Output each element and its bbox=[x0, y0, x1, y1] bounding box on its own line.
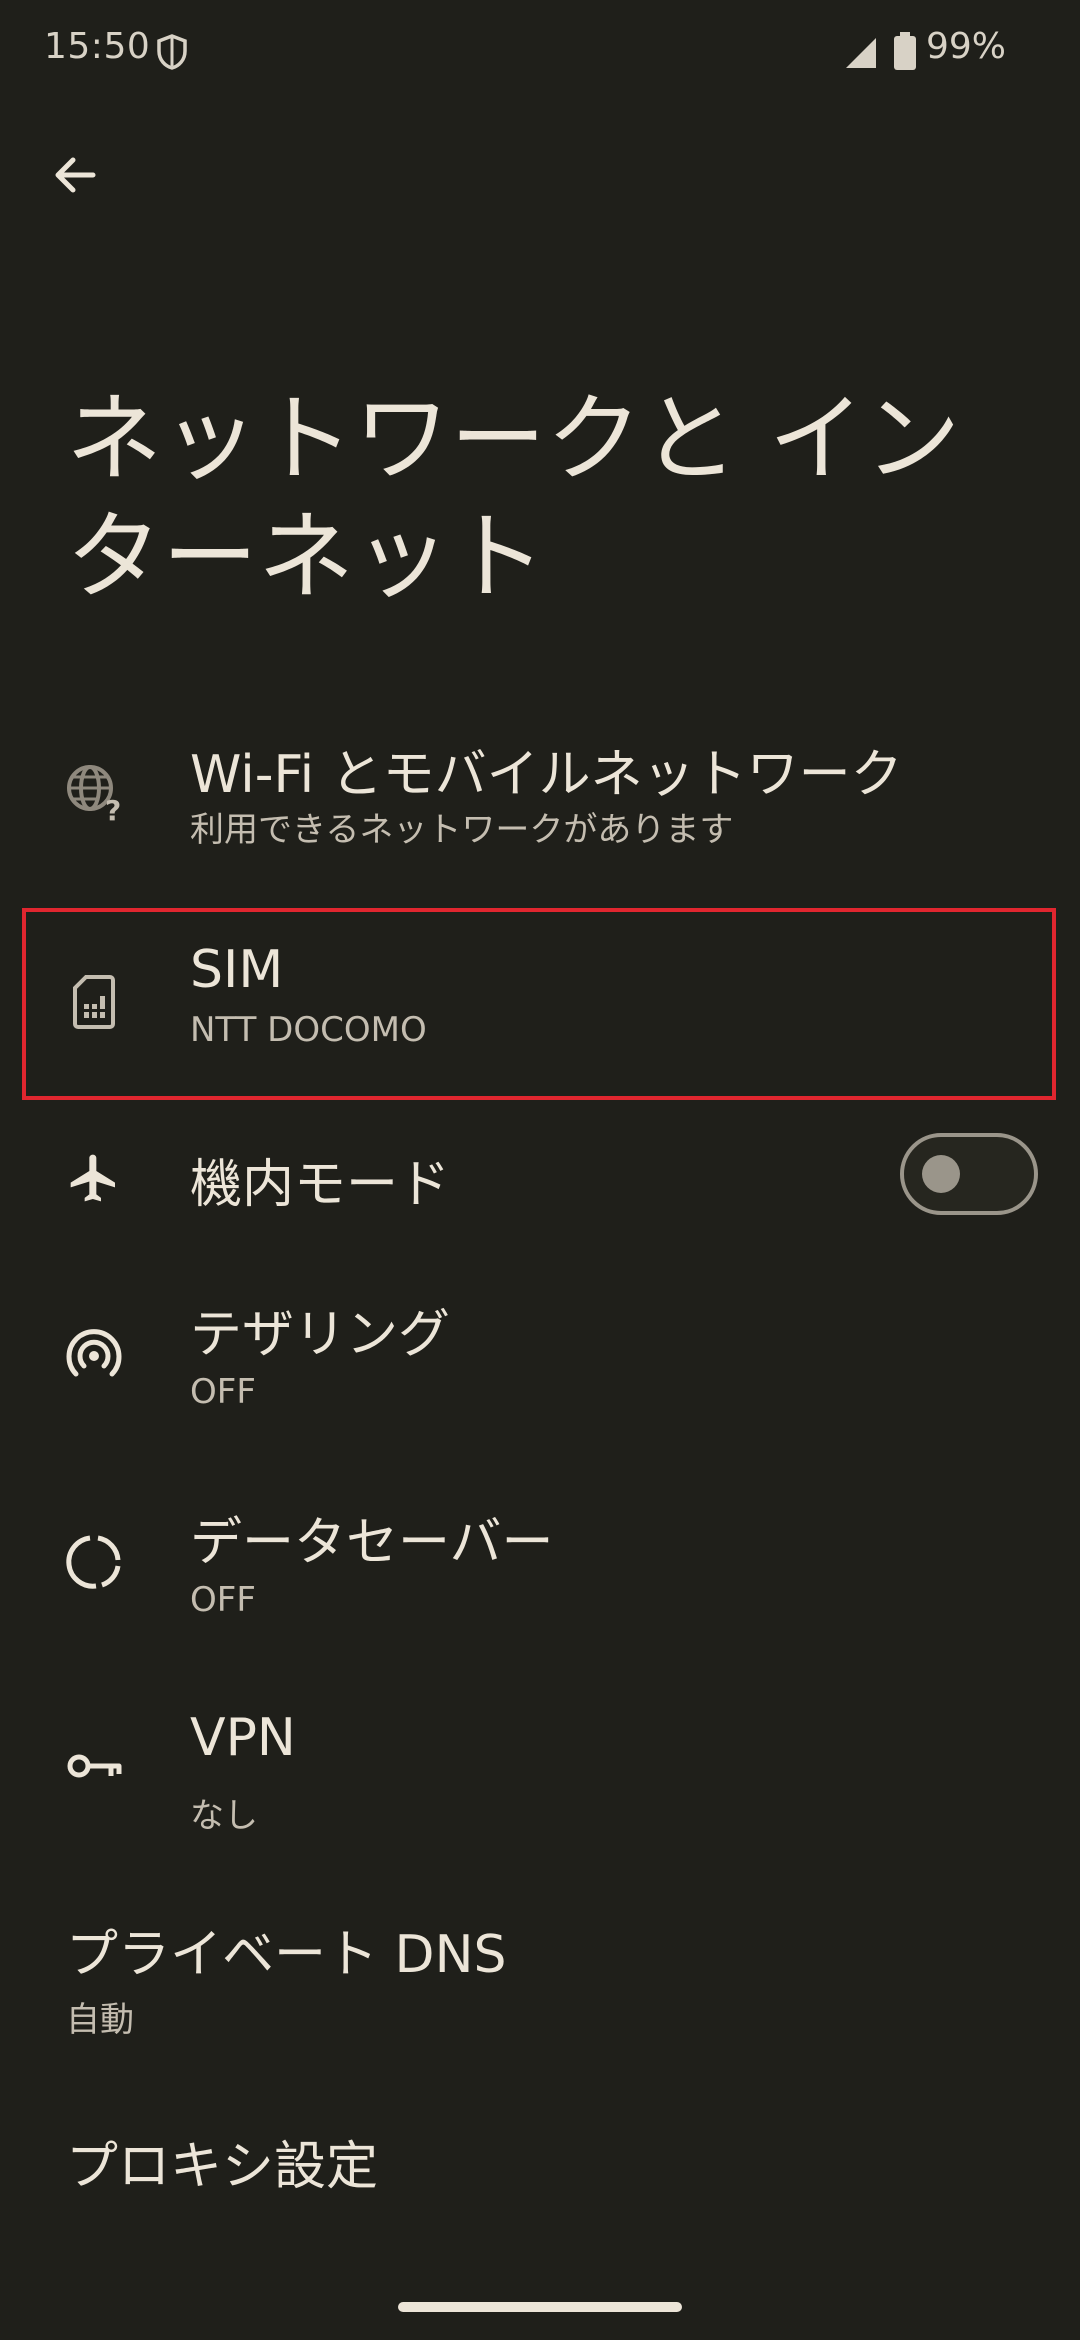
private-dns-title: プライベート DNS bbox=[66, 1925, 507, 1985]
airplane-mode-toggle[interactable] bbox=[900, 1133, 1038, 1215]
data-saver-title: データセーバー bbox=[190, 1513, 554, 1573]
globe-question-icon: ? bbox=[64, 762, 124, 822]
tethering-title: テザリング bbox=[190, 1305, 451, 1365]
battery-icon bbox=[894, 32, 916, 70]
battery-percent: 99% bbox=[926, 26, 1007, 67]
tethering-subtitle: OFF bbox=[190, 1372, 256, 1412]
hotspot-icon bbox=[64, 1326, 124, 1386]
tethering-item[interactable]: テザリング OFF bbox=[0, 1280, 1080, 1440]
proxy-settings-item[interactable]: プロキシ設定 bbox=[0, 2110, 1080, 2230]
shield-icon bbox=[156, 34, 188, 70]
arrow-left-icon bbox=[55, 157, 96, 193]
private-dns-subtitle: 自動 bbox=[66, 2000, 134, 2040]
data-saver-icon bbox=[64, 1532, 124, 1592]
status-bar: 15:50 99% bbox=[0, 0, 1080, 104]
vpn-subtitle: なし bbox=[190, 1796, 258, 1836]
status-time: 15:50 bbox=[44, 26, 151, 67]
cell-signal-icon bbox=[844, 36, 878, 70]
key-icon bbox=[64, 1736, 124, 1796]
airplane-icon bbox=[64, 1148, 124, 1208]
svg-text:?: ? bbox=[105, 794, 121, 822]
wifi-mobile-network-item[interactable]: ? Wi-Fi とモバイルネットワーク 利用できるネットワークがあります bbox=[0, 720, 1080, 870]
vpn-item[interactable]: VPN なし bbox=[0, 1696, 1080, 1856]
toggle-knob bbox=[922, 1155, 960, 1193]
proxy-settings-title: プロキシ設定 bbox=[66, 2137, 379, 2197]
gesture-nav-handle[interactable] bbox=[398, 2302, 682, 2312]
wifi-mobile-subtitle: 利用できるネットワークがあります bbox=[190, 810, 734, 850]
data-saver-subtitle: OFF bbox=[190, 1580, 256, 1620]
selection-highlight bbox=[22, 908, 1056, 1100]
page-title: ネットワークと インターネット bbox=[66, 383, 961, 613]
back-button[interactable] bbox=[40, 140, 110, 210]
vpn-title: VPN bbox=[190, 1708, 296, 1768]
wifi-mobile-title: Wi-Fi とモバイルネットワーク bbox=[190, 745, 903, 805]
private-dns-item[interactable]: プライベート DNS 自動 bbox=[0, 1900, 1080, 2050]
data-saver-item[interactable]: データセーバー OFF bbox=[0, 1488, 1080, 1648]
airplane-mode-title: 機内モード bbox=[190, 1155, 451, 1215]
